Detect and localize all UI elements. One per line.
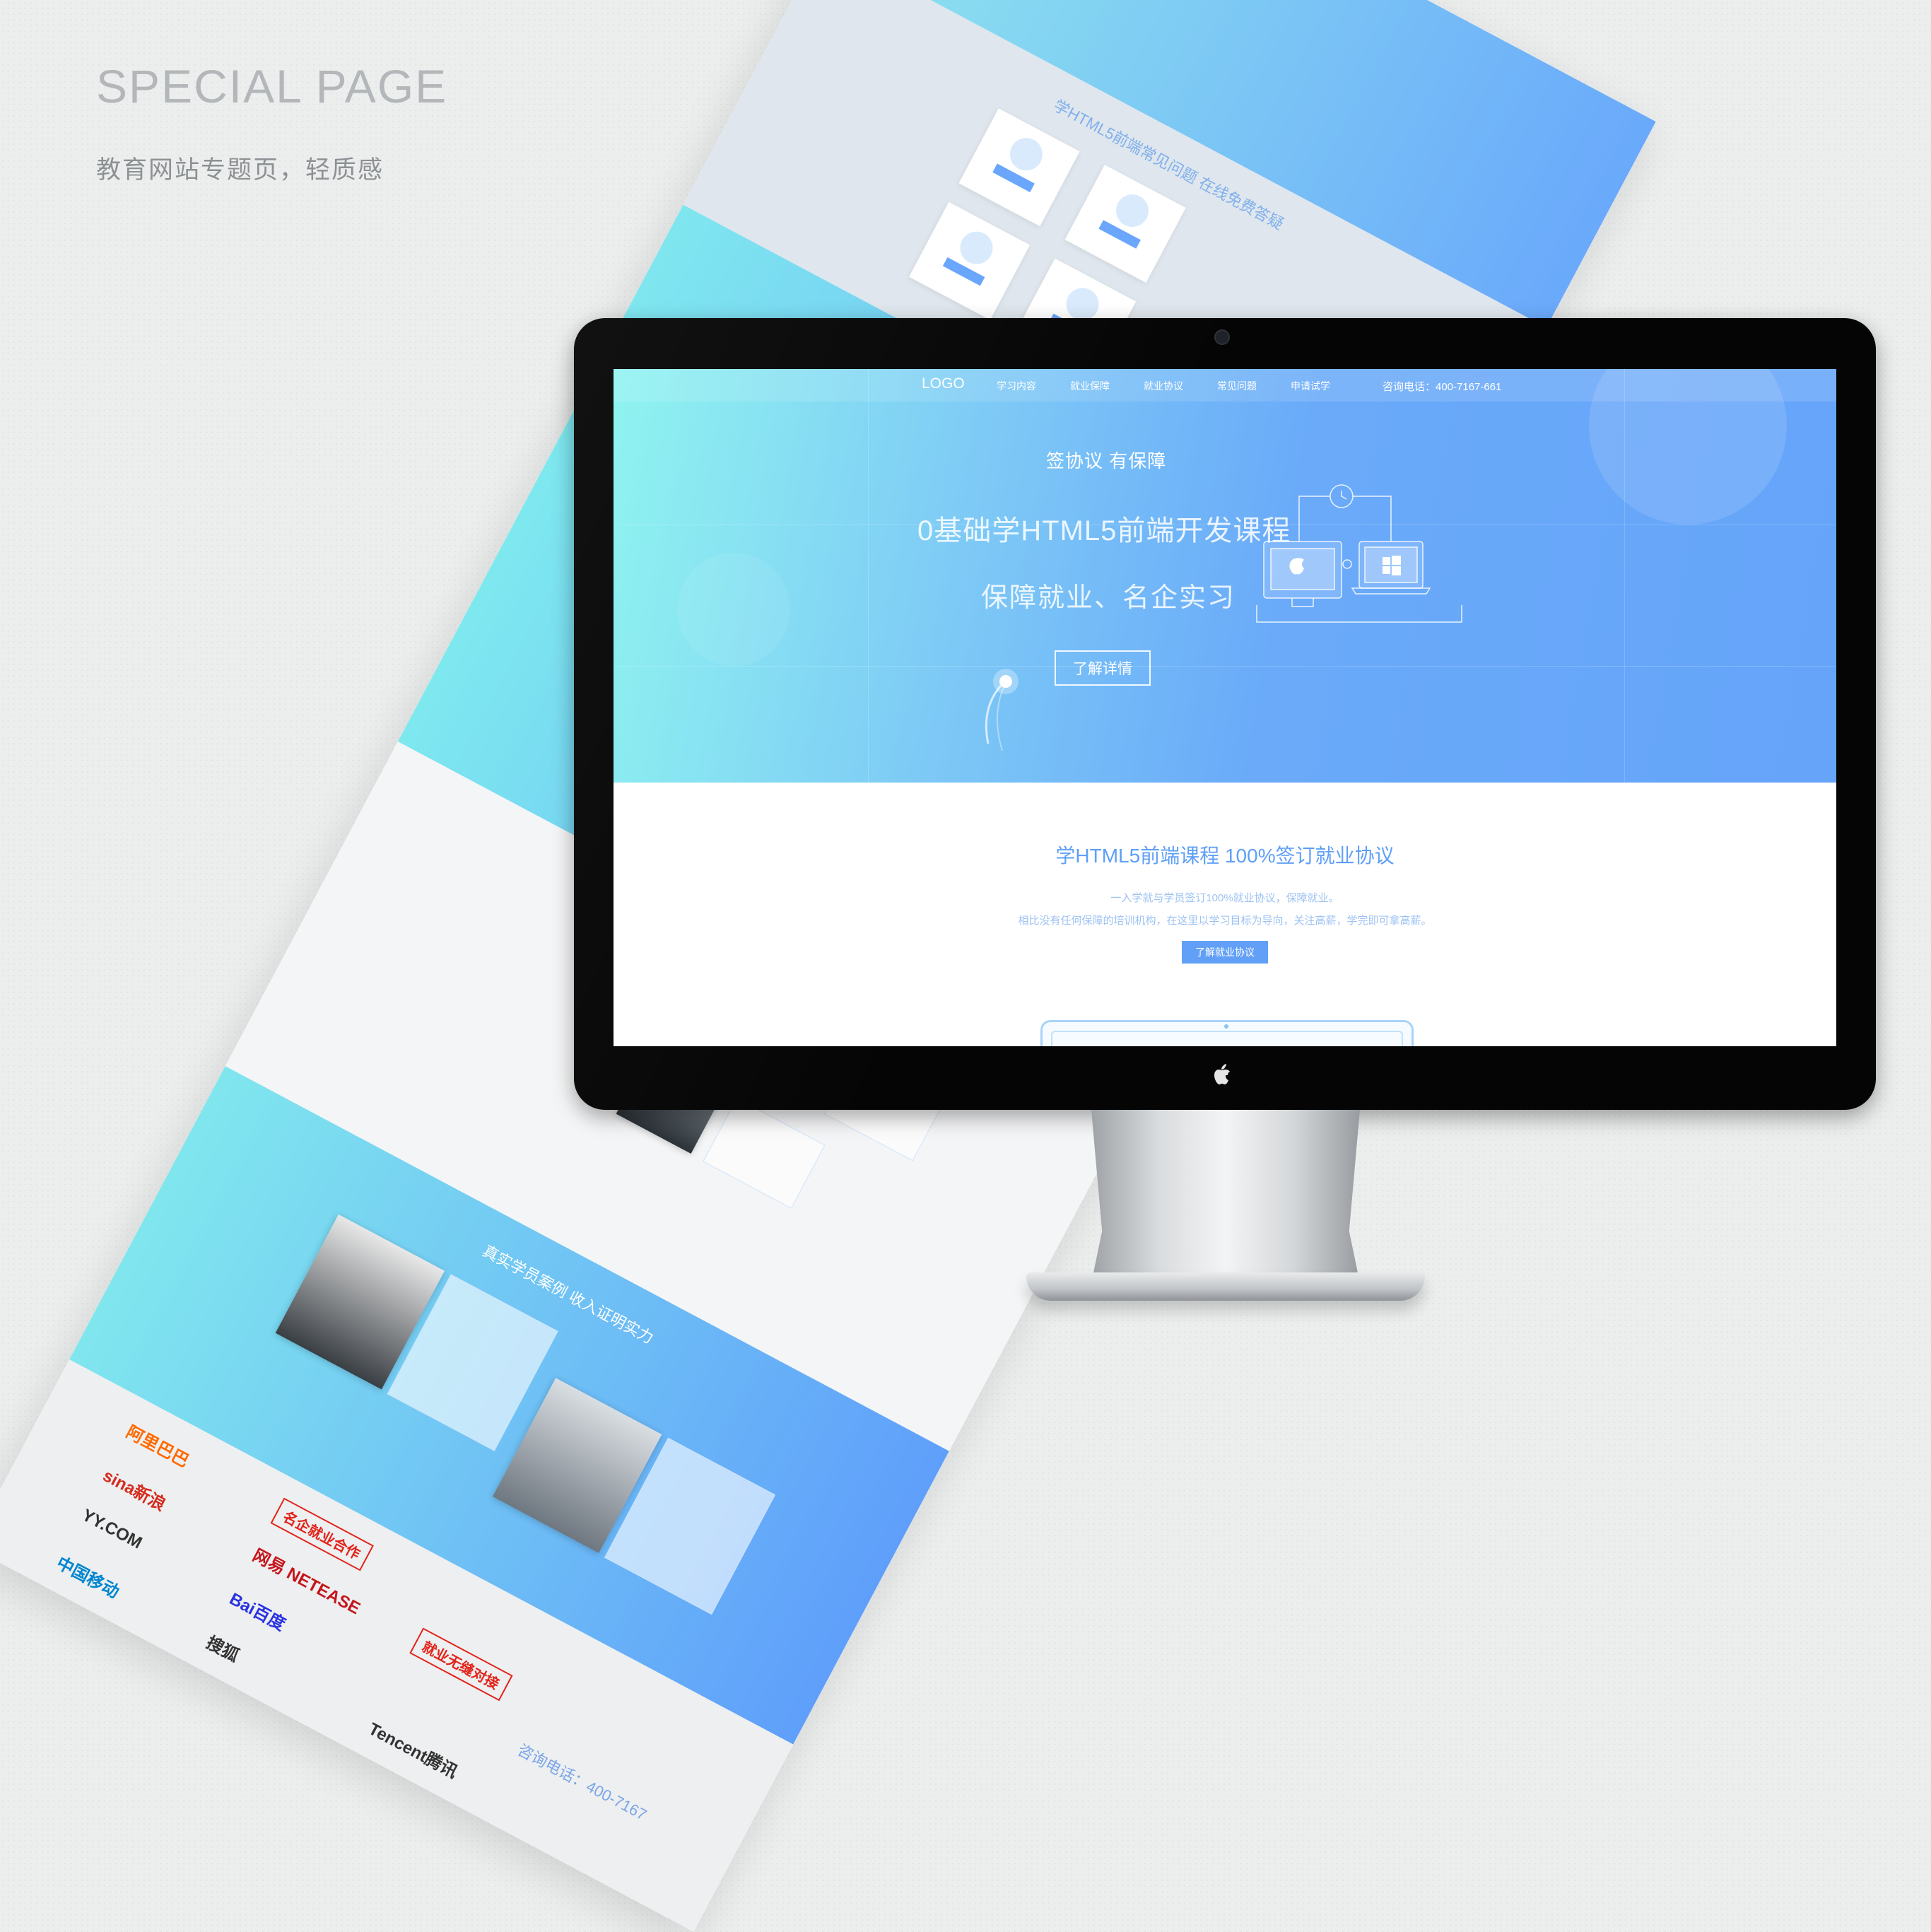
bg-teacher-text: [703, 1098, 826, 1209]
bg-brand-logo: sina新浪: [100, 1465, 169, 1515]
laptop-illustration: [1040, 1020, 1414, 1046]
nav-phone: 咨询电话：400-7167-661: [1383, 381, 1502, 393]
top-nav: LOGO 学习内容 就业保障 就业协议 常见问题 申请试学 咨询电话：400-7…: [614, 369, 1836, 402]
hero-grid-line: [614, 666, 1836, 667]
nav-item-employment[interactable]: 就业保障: [1070, 379, 1110, 393]
apple-icon: [1289, 558, 1304, 575]
hero-grid-line: [1624, 369, 1625, 783]
bg-intern-badge: 就业无缝对接: [409, 1627, 513, 1702]
bg-brand-logo: Tencent腾讯: [365, 1719, 461, 1782]
agreement-title: 学HTML5前端课程 100%签订就业协议: [1055, 845, 1395, 867]
bg-brand-logo: YY.COM: [78, 1505, 146, 1553]
bg-brand-logo: Bai百度: [226, 1589, 289, 1635]
nav-item-learning[interactable]: 学习内容: [997, 379, 1036, 393]
apple-logo-icon: [1214, 1064, 1230, 1084]
special-page-title: SPECIAL PAGE: [96, 60, 448, 112]
hero-grid-line: [868, 369, 869, 783]
hero-banner: LOGO 学习内容 就业保障 就业协议 常见问题 申请试学 咨询电话：400-7…: [614, 369, 1836, 783]
screen: LOGO 学习内容 就业保障 就业协议 常见问题 申请试学 咨询电话：400-7…: [614, 369, 1836, 1046]
monitor-base: [1026, 1272, 1425, 1301]
bg-brand-logo: 阿里巴巴: [122, 1422, 192, 1472]
bg-faq-card: [909, 201, 1031, 320]
bg-phone-label: 咨询电话：400-7167: [515, 1740, 650, 1824]
hero-details-button[interactable]: 了解详情: [1055, 650, 1151, 686]
nav-items: 学习内容 就业保障 就业协议 常见问题 申请试学: [997, 379, 1330, 393]
devices-illustration: [1256, 484, 1462, 623]
hero-tagline: 签协议 有保障: [1046, 450, 1167, 472]
webcam: [1214, 329, 1230, 345]
monitor: LOGO 学习内容 就业保障 就业协议 常见问题 申请试学 咨询电话：400-7…: [574, 318, 1876, 1110]
sparkle-icon: [985, 669, 1019, 751]
agreement-text-2: 相比没有任何保障的培训机构，在这里以学习目标为导向，关注高薪，学完即可拿高薪。: [1018, 915, 1432, 927]
special-page-subtitle: 教育网站专题页，轻质感: [96, 156, 385, 184]
hero-subtitle: 保障就业、名企实习: [981, 583, 1236, 613]
bg-brand-logo: 搜狐: [203, 1633, 242, 1666]
agreement-button[interactable]: 了解就业协议: [1182, 941, 1268, 964]
monitor-stand: [1091, 1110, 1360, 1283]
agreement-text-1: 一入学就与学员签订100%就业协议，保障就业。: [1110, 892, 1339, 904]
page-heading: SPECIAL PAGE 教育网站专题页，轻质感: [96, 61, 447, 186]
bg-faq-card: [958, 108, 1080, 227]
bg-brand-logo: 中国移动: [53, 1553, 122, 1603]
nav-logo[interactable]: LOGO: [922, 375, 965, 392]
nav-item-trial[interactable]: 申请试学: [1291, 379, 1330, 393]
nav-item-faq[interactable]: 常见问题: [1217, 379, 1257, 393]
hero-title: 0基础学HTML5前端开发课程: [917, 515, 1291, 546]
agreement-section: 学HTML5前端课程 100%签订就业协议 一入学就与学员签订100%就业协议，…: [614, 783, 1836, 1046]
nav-item-agreement[interactable]: 就业协议: [1144, 379, 1183, 393]
hero-decor-circle: [677, 553, 790, 666]
bg-faq-card: [1064, 165, 1186, 283]
